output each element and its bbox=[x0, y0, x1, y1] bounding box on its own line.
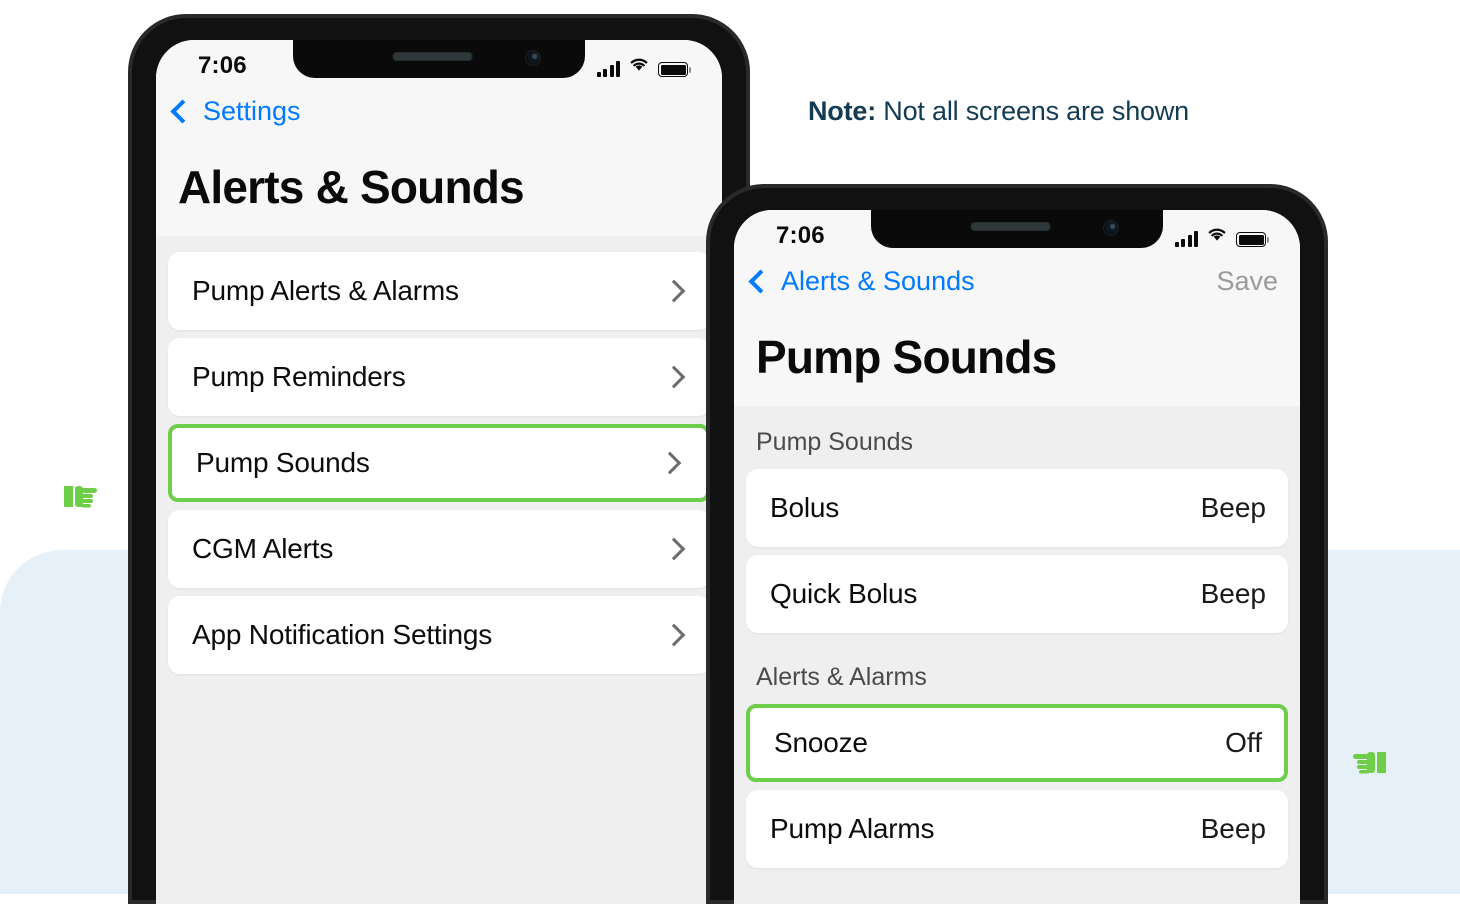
back-button-label: Settings bbox=[203, 96, 301, 126]
section-header: Pump Sounds bbox=[756, 428, 914, 456]
wifi-icon bbox=[1206, 226, 1228, 247]
list-item-label: Pump Sounds bbox=[196, 447, 370, 478]
list-item-pump-sounds[interactable]: Pump Sounds bbox=[168, 424, 710, 502]
battery-full-icon bbox=[658, 62, 691, 77]
speaker-grille-icon bbox=[970, 222, 1051, 231]
speaker-grille-icon bbox=[392, 52, 473, 61]
settings-list: Pump Alerts & Alarms Pump Reminders Pump… bbox=[156, 236, 722, 904]
page-title: Alerts & Sounds bbox=[156, 150, 722, 236]
back-button-settings[interactable]: Settings bbox=[170, 96, 301, 127]
hand-pointing-left-icon bbox=[1350, 748, 1386, 783]
list-item-label: App Notification Settings bbox=[192, 619, 493, 650]
battery-full-icon bbox=[1236, 232, 1269, 247]
list-item-value: Beep bbox=[1200, 813, 1266, 844]
note-text: Note: Not all screens are shown bbox=[808, 96, 1189, 127]
phone-alerts-and-sounds: 7:06 Settings Alerts & Sounds Pump Alert… bbox=[128, 14, 750, 904]
settings-list: Pump Sounds Bolus Beep Quick Bolus Beep … bbox=[734, 406, 1300, 904]
list-item-label: Quick Bolus bbox=[770, 578, 918, 609]
phone-screen: 7:06 Alerts & Sounds Save Pump Sounds Pu… bbox=[734, 210, 1300, 904]
chevron-right-icon bbox=[662, 623, 686, 647]
nav-bar: Settings bbox=[156, 92, 722, 150]
back-button-alerts-and-sounds[interactable]: Alerts & Sounds bbox=[748, 266, 975, 297]
status-time: 7:06 bbox=[776, 222, 825, 249]
list-item-value: Off bbox=[1225, 727, 1262, 758]
list-item-label: Pump Alerts & Alarms bbox=[192, 275, 459, 306]
front-camera-icon bbox=[525, 50, 541, 66]
list-item-label: Pump Alarms bbox=[770, 813, 935, 844]
chevron-left-icon bbox=[170, 99, 195, 124]
phone-screen: 7:06 Settings Alerts & Sounds Pump Alert… bbox=[156, 40, 722, 904]
list-item-value: Beep bbox=[1200, 492, 1266, 523]
nav-bar: Alerts & Sounds Save bbox=[734, 262, 1300, 320]
notch bbox=[293, 40, 585, 78]
list-item-quick-bolus[interactable]: Quick Bolus Beep bbox=[746, 555, 1288, 633]
chevron-right-icon bbox=[662, 365, 686, 389]
list-item[interactable]: Pump Alerts & Alarms bbox=[168, 252, 710, 330]
list-item-bolus[interactable]: Bolus Beep bbox=[746, 469, 1288, 547]
chevron-left-icon bbox=[748, 269, 773, 294]
section-header: Alerts & Alarms bbox=[756, 663, 927, 691]
list-item-snooze[interactable]: Snooze Off bbox=[746, 704, 1288, 782]
chevron-right-icon bbox=[662, 279, 686, 303]
save-button[interactable]: Save bbox=[1216, 266, 1278, 297]
list-item-label: Snooze bbox=[774, 727, 868, 758]
status-icons bbox=[596, 56, 691, 77]
list-item-label: CGM Alerts bbox=[192, 533, 334, 564]
list-item-label: Bolus bbox=[770, 492, 840, 523]
wifi-icon bbox=[628, 56, 650, 77]
back-button-label: Alerts & Sounds bbox=[781, 266, 975, 296]
list-item-label: Pump Reminders bbox=[192, 361, 406, 392]
hand-pointing-right-icon bbox=[64, 482, 100, 517]
note-body: Not all screens are shown bbox=[876, 96, 1189, 126]
phone-pump-sounds: 7:06 Alerts & Sounds Save Pump Sounds Pu… bbox=[706, 184, 1328, 904]
list-item-value: Beep bbox=[1200, 578, 1266, 609]
list-item[interactable]: Pump Reminders bbox=[168, 338, 710, 416]
status-time: 7:06 bbox=[198, 52, 247, 79]
list-item[interactable]: App Notification Settings bbox=[168, 596, 710, 674]
cellular-bars-icon bbox=[596, 61, 620, 77]
chevron-right-icon bbox=[658, 451, 682, 475]
list-item[interactable]: CGM Alerts bbox=[168, 510, 710, 588]
chevron-right-icon bbox=[662, 537, 686, 561]
list-item-pump-alarms[interactable]: Pump Alarms Beep bbox=[746, 790, 1288, 868]
page-title: Pump Sounds bbox=[734, 320, 1300, 406]
note-label: Note: bbox=[808, 96, 876, 126]
cellular-bars-icon bbox=[1174, 231, 1198, 247]
notch bbox=[871, 210, 1163, 248]
status-icons bbox=[1174, 226, 1269, 247]
front-camera-icon bbox=[1103, 220, 1119, 236]
